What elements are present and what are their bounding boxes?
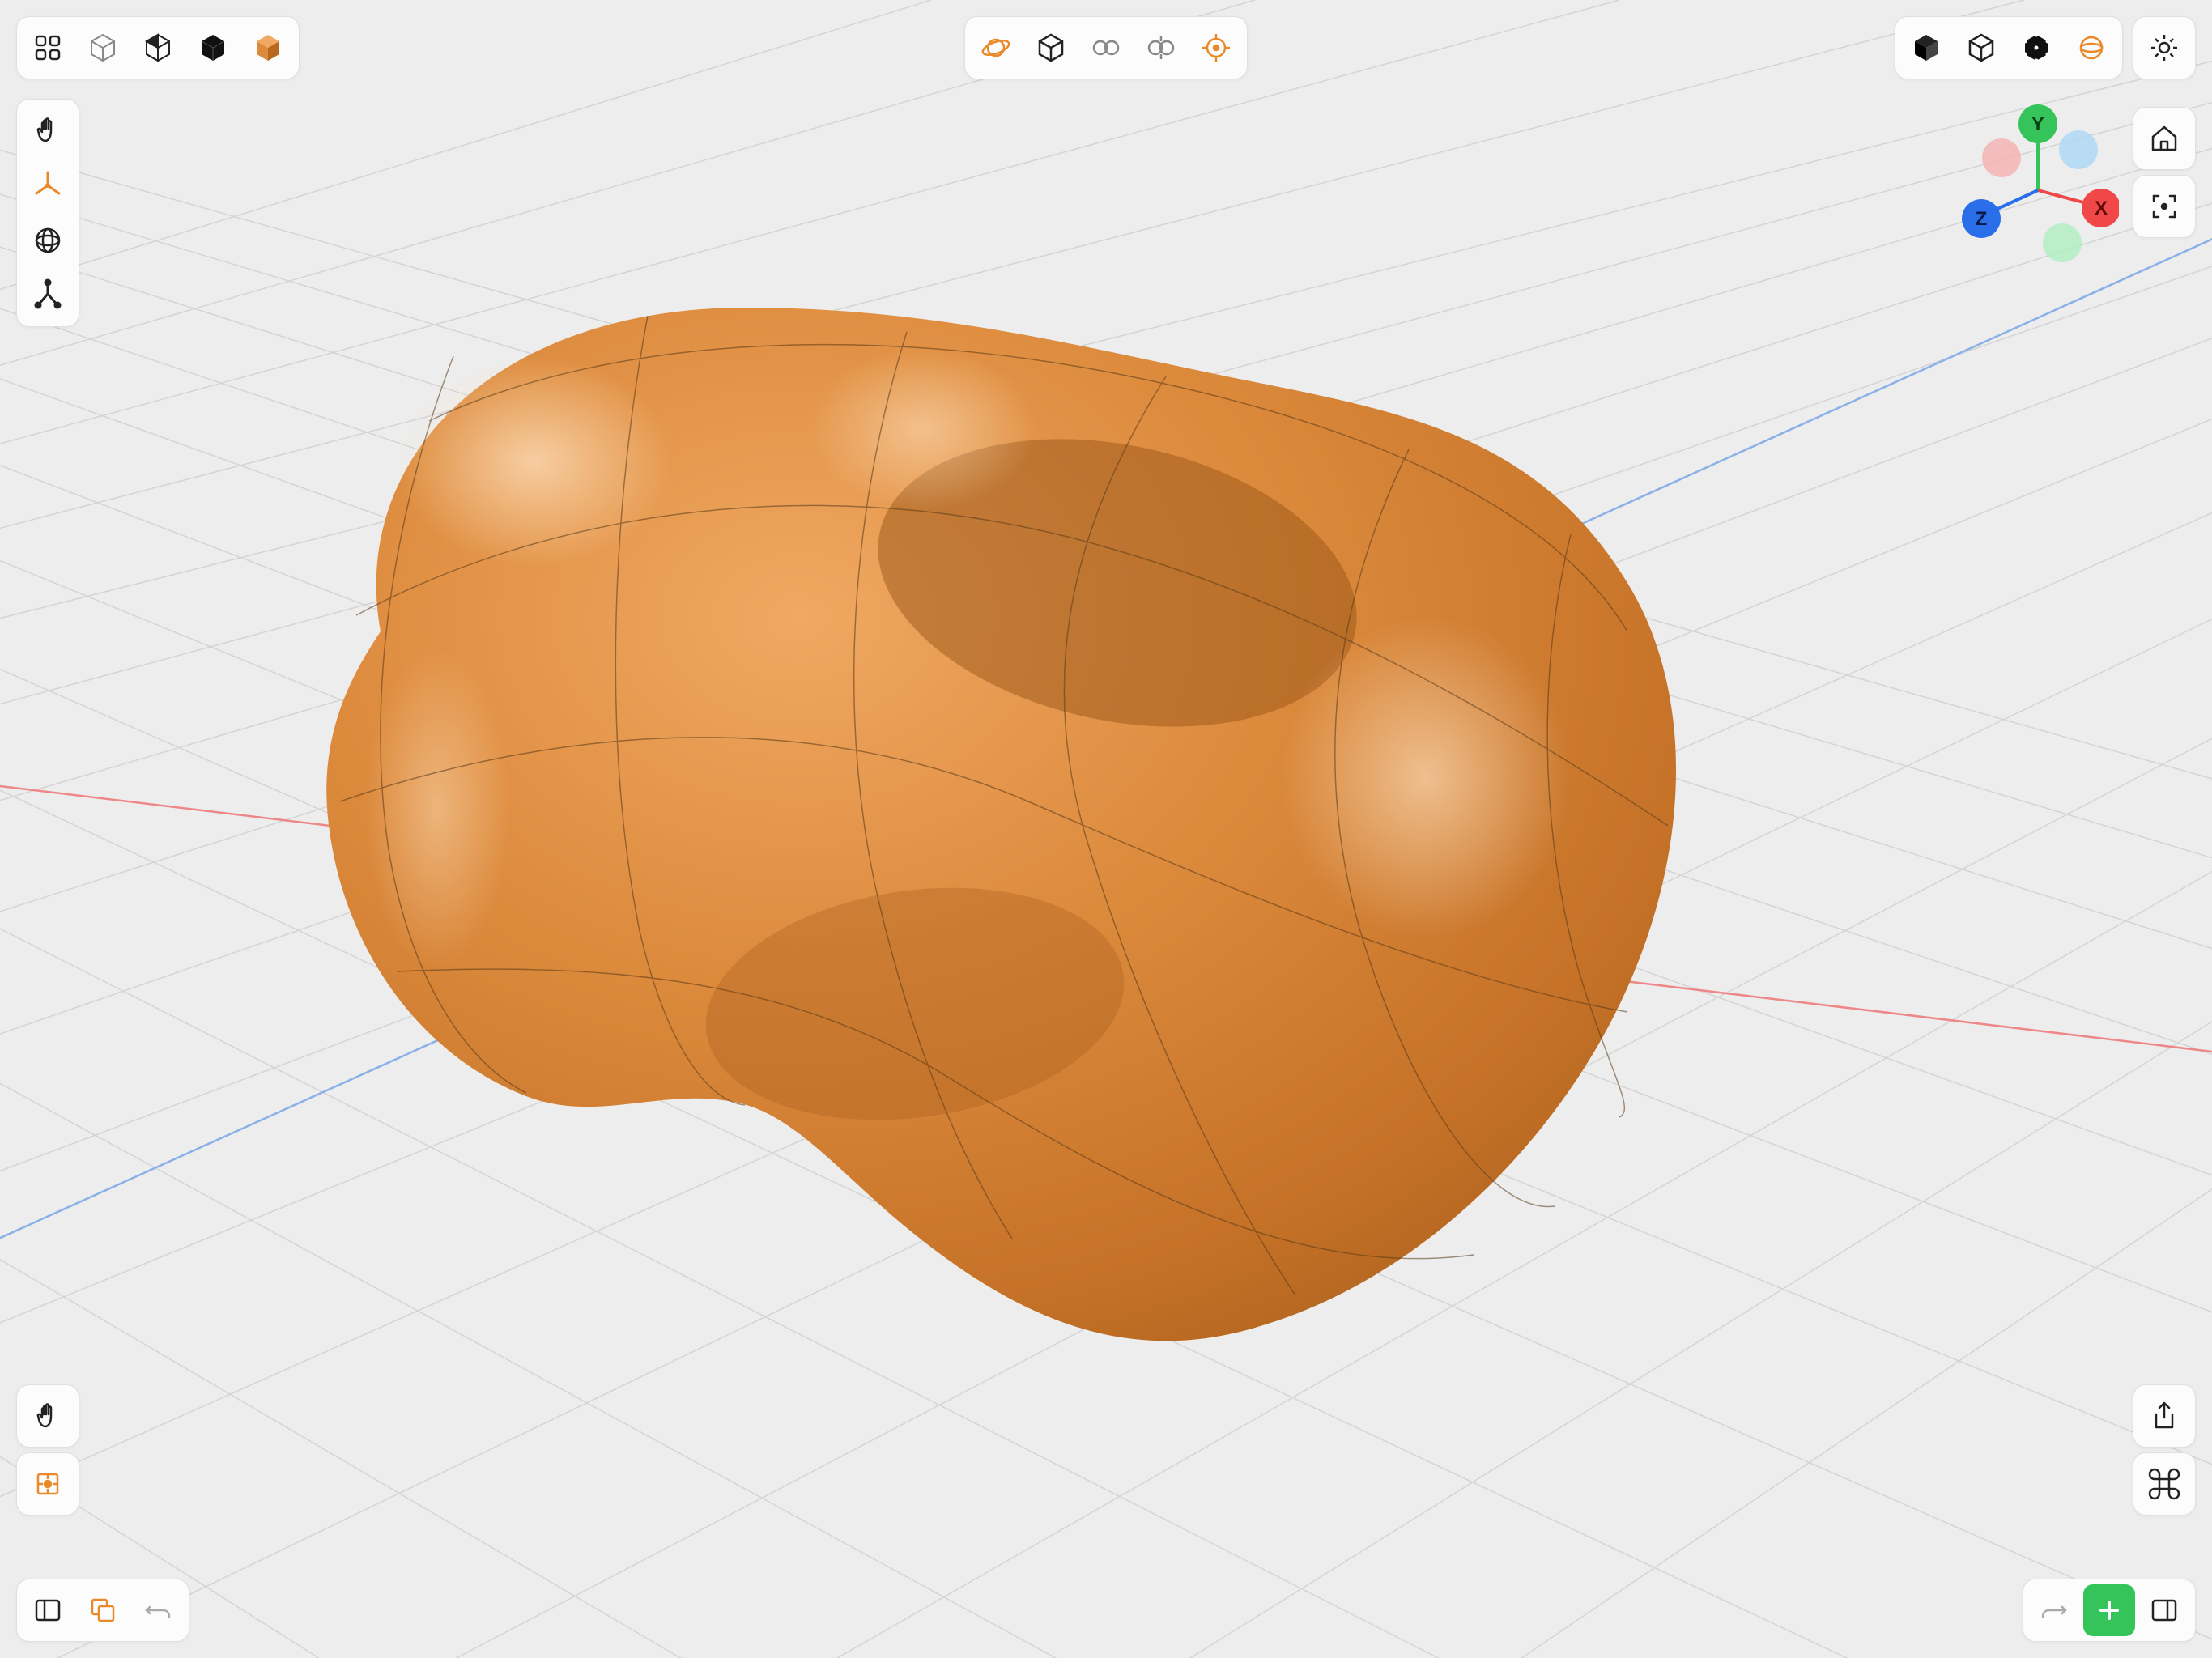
globe-tool-button[interactable]: [22, 215, 74, 266]
orientation-gizmo[interactable]: Y X Z: [1957, 101, 2119, 263]
shaded-cube-icon: [250, 30, 286, 66]
axis-z-line: [0, 130, 2212, 1421]
command-panel: [2133, 1452, 2196, 1516]
panel-left-icon: [30, 1592, 66, 1628]
apps-button[interactable]: [22, 22, 74, 74]
ground-grid: [0, 0, 2212, 1658]
command-icon: [2146, 1466, 2182, 1502]
solid-mode-button[interactable]: [187, 22, 239, 74]
split-cube-icon: [140, 30, 176, 66]
redo-button[interactable]: [2028, 1584, 2080, 1636]
transform-tool-button[interactable]: [22, 159, 74, 211]
add-icon: [2091, 1592, 2127, 1628]
share-icon: [2146, 1398, 2182, 1434]
material-icon: [2074, 30, 2109, 66]
gizmo-y-label: Y: [2031, 113, 2044, 135]
view-vertices-button[interactable]: [2010, 22, 2062, 74]
panel-left-button[interactable]: [22, 1584, 74, 1636]
snap-icon: [30, 1466, 66, 1502]
home-icon: [2146, 121, 2182, 156]
link-break-button[interactable]: [1135, 22, 1187, 74]
settings-panel: [2133, 16, 2196, 79]
undo-button[interactable]: [132, 1584, 184, 1636]
solid-cube-icon: [195, 30, 231, 66]
home-panel: [2133, 107, 2196, 170]
focus-panel: [2133, 175, 2196, 238]
share-panel: [2133, 1384, 2196, 1448]
view-wire-button[interactable]: [1955, 22, 2007, 74]
gesture-button[interactable]: [22, 1390, 74, 1442]
top-right-toolbar: [1895, 16, 2123, 79]
view-material-button[interactable]: [2065, 22, 2117, 74]
gear-icon: [2146, 30, 2182, 66]
snap-button[interactable]: [22, 1458, 74, 1510]
link-button[interactable]: [1080, 22, 1132, 74]
gizmo-z-label: Z: [1976, 208, 1988, 230]
overlap-button[interactable]: [77, 1584, 129, 1636]
cube-dots-icon: [2018, 30, 2054, 66]
redo-icon: [2036, 1592, 2072, 1628]
tripod-icon: [30, 278, 66, 313]
cube-wire-icon: [1963, 30, 1999, 66]
gizmo-x-label: X: [2095, 198, 2108, 219]
cube-solid-icon: [1908, 30, 1944, 66]
command-button[interactable]: [2138, 1458, 2190, 1510]
left-tools-toolbar: [16, 99, 79, 327]
globe-icon: [30, 223, 66, 258]
hand-icon: [30, 113, 66, 148]
link-break-icon: [1143, 30, 1179, 66]
target-button[interactable]: [1190, 22, 1242, 74]
focus-icon: [2146, 189, 2182, 224]
panel-right-icon: [2146, 1592, 2182, 1628]
panel-right-button[interactable]: [2138, 1584, 2190, 1636]
link-icon: [1088, 30, 1124, 66]
gesture-panel: [16, 1384, 79, 1448]
wireframe-cube-icon: [85, 30, 121, 66]
settings-button[interactable]: [2138, 22, 2190, 74]
cube-outline-icon: [1033, 30, 1069, 66]
material-mode-button[interactable]: [242, 22, 294, 74]
axis3-icon: [30, 168, 66, 203]
hand-icon: [30, 1398, 66, 1434]
viewport-3d[interactable]: Y X Z: [0, 0, 2212, 1658]
focus-button[interactable]: [2138, 181, 2190, 232]
top-center-toolbar: [964, 16, 1248, 79]
orbit-button[interactable]: [970, 22, 1022, 74]
apps-grid-icon: [30, 30, 66, 66]
share-button[interactable]: [2138, 1390, 2190, 1442]
view-solid-button[interactable]: [1900, 22, 1952, 74]
bottom-left-toolbar: [16, 1579, 189, 1642]
wireframe-mode-button[interactable]: [77, 22, 129, 74]
target-icon: [1198, 30, 1234, 66]
bottom-right-toolbar: [2023, 1579, 2196, 1642]
orbit-icon: [978, 30, 1014, 66]
overlap-icon: [85, 1592, 121, 1628]
top-left-toolbar: [16, 16, 300, 79]
add-button[interactable]: [2083, 1584, 2135, 1636]
snap-panel: [16, 1452, 79, 1516]
perspective-button[interactable]: [1025, 22, 1077, 74]
tripod-tool-button[interactable]: [22, 270, 74, 321]
home-button[interactable]: [2138, 113, 2190, 164]
undo-icon: [140, 1592, 176, 1628]
select-tool-button[interactable]: [22, 104, 74, 156]
shaded-wire-mode-button[interactable]: [132, 22, 184, 74]
